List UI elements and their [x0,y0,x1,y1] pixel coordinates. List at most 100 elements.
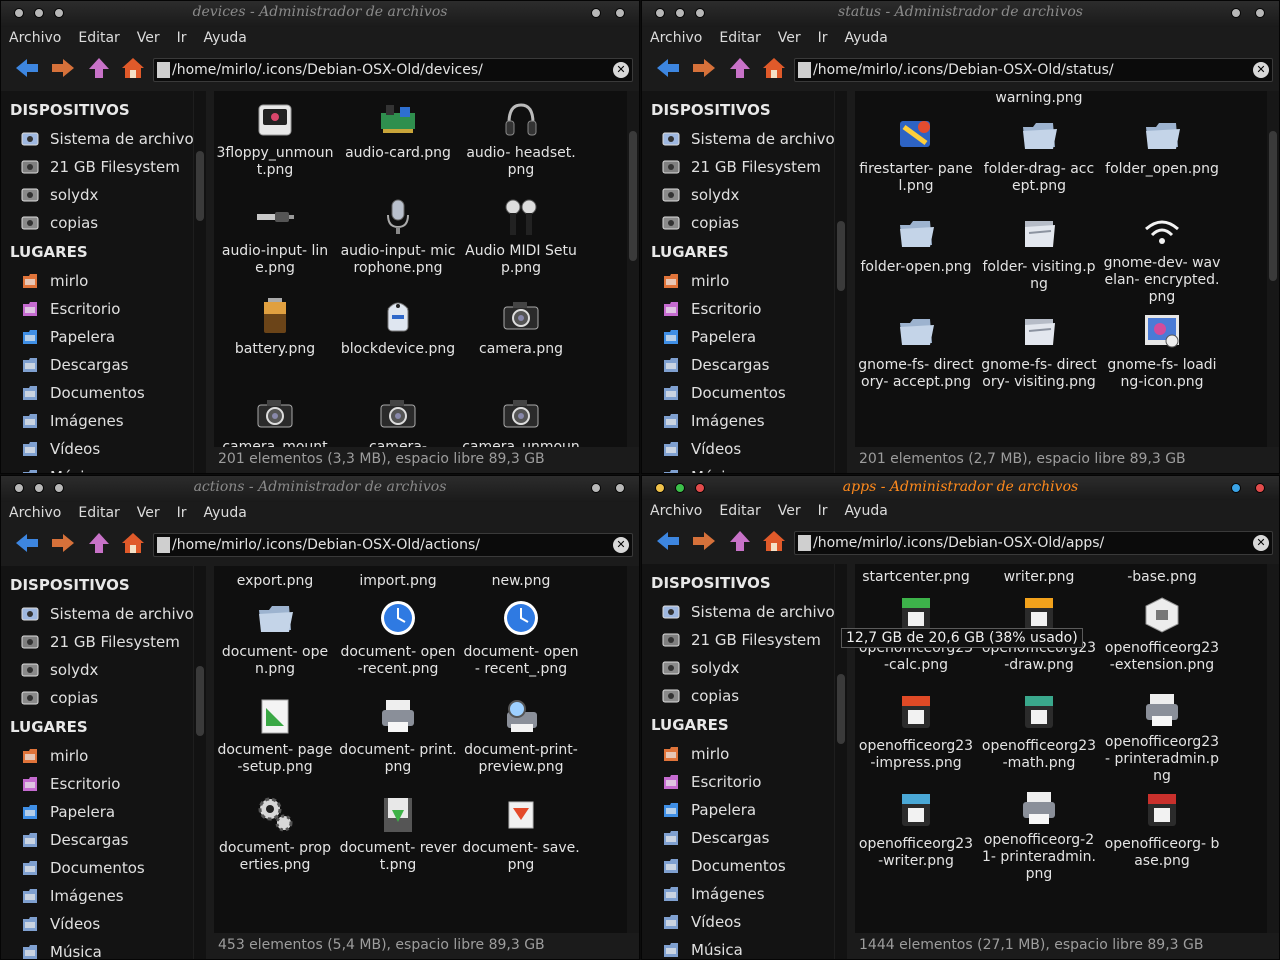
forward-button[interactable] [45,530,81,560]
close-button[interactable] [1255,483,1265,493]
menu-item-2[interactable]: Ver [137,30,160,46]
file-item[interactable]: audio- headset.png [460,91,582,189]
file-item[interactable]: openofficeorg23 -writer.png [855,782,977,880]
window-actions[interactable]: actions - Administrador de archivos Archi… [0,475,640,960]
menu-item-3[interactable]: Ir [818,30,828,46]
sidebar-device-item[interactable]: solydx [642,181,847,209]
sidebar-device-item[interactable]: Sistema de archivos [1,600,206,628]
file-item[interactable]: openofficeorg23 -impress.png [855,684,977,782]
close-button[interactable] [1255,8,1265,18]
file-item[interactable]: audio-input- microphone.png [337,189,459,287]
icon-view[interactable]: export.png import.png new.png document- ope… [214,566,627,933]
menu-item-1[interactable]: Editar [78,505,119,521]
stick-button[interactable] [54,8,64,18]
menu-item-1[interactable]: Editar [719,503,760,519]
file-item[interactable]: gnome-fs- loading-icon.png [1101,303,1223,401]
sidebar-place-item[interactable]: mirlo [642,267,847,295]
sidebar-scrollbar[interactable] [834,564,847,959]
menu-item-4[interactable]: Ayuda [845,503,888,519]
sidebar-place-item[interactable]: Música [1,463,206,473]
sidebar-place-item[interactable]: Escritorio [1,770,206,798]
menu-item-1[interactable]: Editar [78,30,119,46]
file-item[interactable]: startcenter.png [855,564,977,586]
up-button[interactable] [81,55,117,85]
file-item[interactable]: document- open- recent_.png [460,590,582,688]
sidebar-device-item[interactable]: solydx [642,654,847,682]
sidebar-device-item[interactable]: 21 GB Filesystem [1,153,206,181]
title-bar[interactable]: apps - Administrador de archivos [642,476,1279,500]
sidebar-scrollbar[interactable] [834,91,847,473]
back-button[interactable] [9,530,45,560]
menu-item-3[interactable]: Ir [177,30,187,46]
sidebar-device-item[interactable]: copias [1,684,206,712]
sidebar-device-item[interactable]: copias [642,682,847,710]
back-button[interactable] [650,55,686,85]
sidebar-place-item[interactable]: Escritorio [1,295,206,323]
sidebar-device-item[interactable]: Sistema de archivos [642,598,847,626]
sidebar-device-item[interactable]: 21 GB Filesystem [1,628,206,656]
forward-button[interactable] [686,528,722,558]
window-menu-button[interactable] [14,8,24,18]
stick-button[interactable] [695,8,705,18]
file-item[interactable]: warning.png [978,91,1100,107]
content-scrollbar[interactable] [627,566,639,933]
sidebar-scrollbar[interactable] [193,566,206,959]
menu-item-0[interactable]: Archivo [650,30,702,46]
window-apps[interactable]: apps - Administrador de archivos Archivo E… [641,475,1280,960]
sidebar-place-item[interactable]: Papelera [1,323,206,351]
menu-item-1[interactable]: Editar [719,30,760,46]
sidebar-place-item[interactable]: Vídeos [1,435,206,463]
location-bar[interactable]: /home/mirlo/.icons/Debian-OSX-Old/device… [153,58,633,82]
clear-location-icon[interactable]: ✕ [1253,535,1269,551]
icon-view[interactable]: startcenter.png writer.png -base.png openof… [855,564,1267,933]
forward-button[interactable] [45,55,81,85]
sidebar-place-item[interactable]: Documentos [1,379,206,407]
up-button[interactable] [81,530,117,560]
sidebar-place-item[interactable]: Vídeos [642,435,847,463]
file-item[interactable]: gnome-fs- directory- visiting.png [978,303,1100,401]
file-item[interactable]: document- open.png [214,590,336,688]
file-item[interactable]: camera_mount [214,385,336,447]
file-item[interactable]: new.png [460,566,582,590]
sidebar-place-item[interactable]: Imágenes [1,407,206,435]
file-item[interactable]: writer.png [978,564,1100,586]
menu-item-3[interactable]: Ir [818,503,828,519]
menu-item-0[interactable]: Archivo [9,30,61,46]
up-button[interactable] [722,528,758,558]
sidebar-place-item[interactable]: Imágenes [1,882,206,910]
file-item[interactable]: gnome-fs- directory- accept.png [855,303,977,401]
sidebar-place-item[interactable]: Documentos [642,379,847,407]
sidebar-place-item[interactable]: Papelera [642,796,847,824]
menu-item-4[interactable]: Ayuda [204,505,247,521]
sidebar-scrollbar-thumb[interactable] [837,221,845,291]
sidebar-place-item[interactable]: Papelera [642,323,847,351]
title-bar[interactable]: actions - Administrador de archivos [1,476,639,502]
window-devices[interactable]: devices - Administrador de archivos Archi… [0,0,640,474]
file-item[interactable]: export.png [214,566,336,590]
sidebar-place-item[interactable]: Documentos [642,852,847,880]
menu-item-4[interactable]: Ayuda [204,30,247,46]
file-item[interactable]: gnome-dev- wavelan- encrypted.png [1101,205,1223,305]
sidebar-place-item[interactable]: mirlo [1,742,206,770]
maximize-button[interactable] [1231,483,1241,493]
maximize-button[interactable] [591,483,601,493]
file-item[interactable]: openofficeorg-2 1- printeradmin.png [978,782,1100,882]
icon-view[interactable]: 3floppy_unmoun t.png audio-card.png audio-… [214,91,627,447]
window-status[interactable]: status - Administrador de archivos Archiv… [641,0,1280,474]
sidebar-device-item[interactable]: Sistema de archivos [642,125,847,153]
location-bar[interactable]: /home/mirlo/.icons/Debian-OSX-Old/status… [794,58,1273,82]
sidebar-scrollbar[interactable] [193,91,206,473]
file-item[interactable]: -base.png [1101,564,1223,586]
sidebar-place-item[interactable]: mirlo [1,267,206,295]
sidebar-place-item[interactable]: Papelera [1,798,206,826]
stick-button[interactable] [695,483,705,493]
title-bar[interactable]: status - Administrador de archivos [642,1,1279,27]
forward-button[interactable] [686,55,722,85]
icon-view[interactable]: warning.png firestarter- panel.png folder-… [855,91,1267,447]
file-item[interactable]: openofficeorg- base.png [1101,782,1223,880]
sidebar-place-item[interactable]: Descargas [1,351,206,379]
file-item[interactable]: Audio MIDI Setup.png [460,189,582,287]
shade-button[interactable] [675,483,685,493]
content-scrollbar-thumb[interactable] [629,131,637,261]
clear-location-icon[interactable]: ✕ [613,537,629,553]
